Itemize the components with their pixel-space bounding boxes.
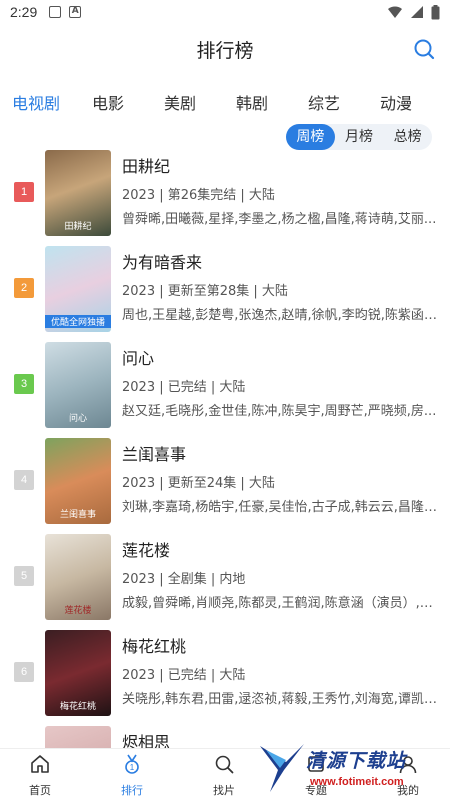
item-title[interactable]: 为有暗香来 [122, 250, 438, 276]
status-bar: 2:29 A [0, 0, 450, 24]
item-cast: 周也,王星越,彭楚粤,张逸杰,赵晴,徐帆,李昀锐,陈紫函,... [122, 308, 438, 323]
search-icon[interactable] [412, 37, 436, 61]
item-cast: 关晓彤,韩东君,田雷,逯恣祯,蒋毅,王秀竹,刘海宽,谭凯,... [122, 692, 438, 707]
item-meta: 2023 | 已完结 | 大陆 [122, 668, 246, 683]
tab-us-drama[interactable]: 美剧 [164, 90, 196, 114]
item-info: 问心 2023 | 已完结 | 大陆 赵又廷,毛晓彤,金世佳,陈冲,陈昊宇,周野… [122, 346, 438, 422]
item-meta: 2023 | 已完结 | 大陆 [122, 380, 246, 395]
item-title[interactable]: 兰闺喜事 [122, 442, 438, 468]
list-item[interactable]: 3 问心 问心 2023 | 已完结 | 大陆 赵又廷,毛晓彤,金世佳,陈冲,陈… [0, 340, 450, 436]
page-title: 排行榜 [196, 39, 254, 62]
tab-anime[interactable]: 动漫 [380, 90, 412, 114]
gallery-icon [49, 6, 62, 18]
wifi-icon [388, 6, 402, 18]
tab-label: 找片 [213, 784, 235, 797]
item-title[interactable]: 莲花楼 [122, 538, 438, 564]
home-icon [31, 755, 49, 773]
item-info: 莲花楼 2023 | 全剧集 | 内地 成毅,曾舜晞,肖顺尧,陈都灵,王鹤润,陈… [122, 538, 438, 614]
list-item[interactable]: 1 田耕纪 田耕纪 2023 | 第26集完结 | 大陆 曾舜晞,田曦薇,星择,… [0, 148, 450, 244]
poster-caption: 田耕纪 [64, 222, 92, 232]
item-meta: 2023 | 更新至第28集 | 大陆 [122, 284, 288, 299]
item-info: 为有暗香来 2023 | 更新至第28集 | 大陆 周也,王星越,彭楚粤,张逸杰… [122, 250, 438, 326]
poster-caption: 莲花楼 [64, 606, 92, 616]
period-monthly[interactable]: 月榜 [335, 124, 384, 150]
poster-caption: 兰闺喜事 [59, 510, 96, 520]
tab-movie[interactable]: 电影 [92, 90, 124, 114]
list-item[interactable]: 5 莲花楼 莲花楼 2023 | 全剧集 | 内地 成毅,曾舜晞,肖顺尧,陈都灵… [0, 532, 450, 628]
watermark-url: www.fotimeit.com [310, 776, 404, 788]
category-tabs: 电视剧 电影 美剧 韩剧 综艺 动漫 [0, 84, 450, 118]
watermark-text: 清源下载站 [306, 750, 407, 772]
tab-korean-drama[interactable]: 韩剧 [236, 90, 268, 114]
item-meta: 2023 | 全剧集 | 内地 [122, 572, 246, 587]
period-weekly[interactable]: 周榜 [286, 124, 335, 150]
tab-variety[interactable]: 综艺 [308, 90, 340, 114]
tab-home[interactable]: 首页 [0, 753, 80, 798]
rank-badge: 6 [14, 662, 34, 682]
item-info: 田耕纪 2023 | 第26集完结 | 大陆 曾舜晞,田曦薇,星择,李墨之,杨之… [122, 154, 438, 230]
signal-icon [411, 6, 423, 18]
poster-caption: 问心 [68, 414, 87, 424]
poster-caption: 优酷全网独播 [45, 315, 111, 328]
a-notification-icon: A [69, 6, 82, 18]
rank-badge: 5 [14, 566, 34, 586]
period-toggle: 周榜 月榜 总榜 [286, 124, 432, 150]
item-cast: 刘琳,李嘉琦,杨皓宇,任豪,吴佳怡,古子成,韩云云,昌隆,... [122, 500, 438, 515]
item-cast: 曾舜晞,田曦薇,星择,李墨之,杨之楹,昌隆,蒋诗萌,艾丽... [122, 212, 437, 227]
tab-label: 排行 [121, 784, 143, 797]
list-item[interactable]: 2 优酷全网独播 为有暗香来 2023 | 更新至第28集 | 大陆 周也,王星… [0, 244, 450, 340]
poster-image[interactable]: 问心 [45, 342, 111, 428]
poster-caption: 梅花红桃 [59, 702, 96, 712]
item-cast: 成毅,曾舜晞,肖顺尧,陈都灵,王鹤润,陈意涵（演员）,吴... [122, 596, 438, 611]
item-title[interactable]: 田耕纪 [122, 154, 438, 180]
tab-tv-series[interactable]: 电视剧 [12, 90, 60, 114]
tab-find[interactable]: 找片 [184, 753, 264, 798]
watermark-logo [260, 744, 304, 792]
tab-ranking[interactable]: 1 排行 [92, 751, 172, 799]
item-cast: 赵又廷,毛晓彤,金世佳,陈冲,陈昊宇,周野芒,严晓频,房... [122, 404, 437, 419]
item-meta: 2023 | 第26集完结 | 大陆 [122, 188, 275, 203]
status-time: 2:29 [10, 4, 38, 20]
poster-image[interactable]: 梅花红桃 [45, 630, 111, 716]
item-info: 兰闺喜事 2023 | 更新至24集 | 大陆 刘琳,李嘉琦,杨皓宇,任豪,吴佳… [122, 442, 438, 518]
rank-badge: 4 [14, 470, 34, 490]
item-title[interactable]: 问心 [122, 346, 438, 372]
poster-image[interactable]: 莲花楼 [45, 534, 111, 620]
rank-badge: 3 [14, 374, 34, 394]
tab-label: 首页 [29, 784, 51, 797]
watermark: 清源下载站 www.fotimeit.com [258, 740, 426, 796]
list-item[interactable]: 4 兰闺喜事 兰闺喜事 2023 | 更新至24集 | 大陆 刘琳,李嘉琦,杨皓… [0, 436, 450, 532]
search-icon [215, 755, 234, 774]
battery-icon [431, 4, 440, 19]
rank-badge: 1 [14, 182, 34, 202]
item-info: 梅花红桃 2023 | 已完结 | 大陆 关晓彤,韩东君,田雷,逯恣祯,蒋毅,王… [122, 634, 438, 710]
app-header: 排行榜 [0, 24, 450, 74]
period-all-time[interactable]: 总榜 [383, 124, 432, 150]
poster-image[interactable]: 兰闺喜事 [45, 438, 111, 524]
poster-image[interactable]: 田耕纪 [45, 150, 111, 236]
item-title[interactable]: 梅花红桃 [122, 634, 438, 660]
list-item[interactable]: 6 梅花红桃 梅花红桃 2023 | 已完结 | 大陆 关晓彤,韩东君,田雷,逯… [0, 628, 450, 724]
rank-badge: 2 [14, 278, 34, 298]
poster-image[interactable] [45, 726, 111, 748]
svg-text:1: 1 [130, 763, 135, 772]
medal-icon: 1 [125, 754, 139, 774]
poster-image[interactable]: 优酷全网独播 [45, 246, 111, 332]
item-meta: 2023 | 更新至24集 | 大陆 [122, 476, 275, 491]
